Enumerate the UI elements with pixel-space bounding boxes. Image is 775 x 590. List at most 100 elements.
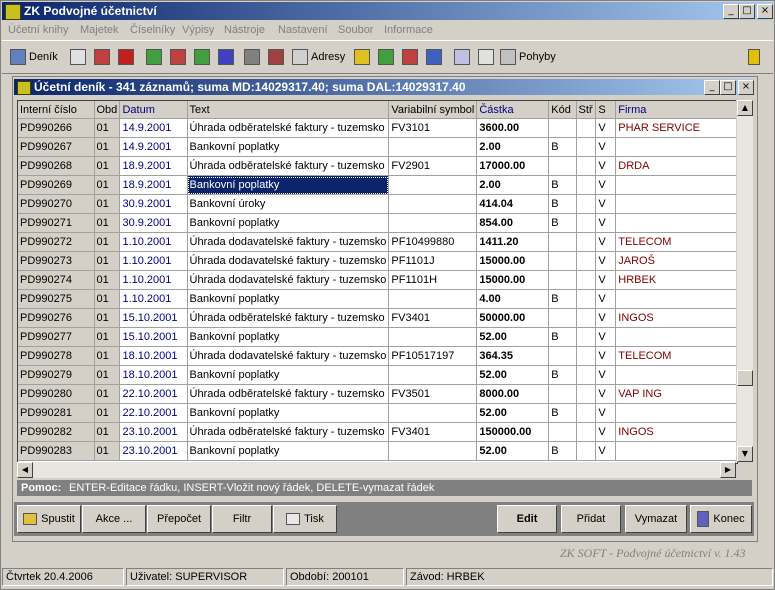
table-cell[interactable]: 01 [94, 346, 121, 366]
table-cell[interactable]: Bankovní poplatky [187, 441, 390, 461]
table-row[interactable]: PD990283 01 23.10.2001 Bankovní poplatky 52.… [18, 441, 737, 461]
scroll-left-icon[interactable]: ◀ [17, 462, 33, 478]
table-cell[interactable] [576, 422, 597, 442]
table-cell[interactable] [576, 289, 597, 309]
table-cell[interactable]: V [595, 270, 617, 290]
column-header[interactable]: Text [187, 101, 390, 119]
toolbar-btn-15[interactable] [478, 45, 494, 69]
table-cell[interactable]: 1.10.2001 [119, 251, 188, 271]
table-cell[interactable]: Bankovní úroky [187, 194, 390, 214]
table-row[interactable]: PD990268 01 18.9.2001 Úhrada odběratelské f… [18, 156, 737, 176]
table-cell[interactable] [615, 213, 737, 233]
toolbar-btn-3[interactable] [118, 45, 134, 69]
scroll-thumb[interactable] [737, 370, 753, 386]
table-cell[interactable] [576, 175, 597, 195]
table-cell[interactable]: 01 [94, 403, 121, 423]
toolbar-btn-1[interactable] [70, 45, 86, 69]
table-cell[interactable]: PD990276 [18, 308, 95, 328]
table-cell[interactable]: 01 [94, 441, 121, 461]
column-header[interactable]: Stř [576, 101, 597, 119]
menu-informace[interactable]: Informace [384, 24, 433, 36]
menu-nastaveni[interactable]: Nastavení [278, 24, 328, 36]
toolbar-btn-10[interactable] [354, 45, 370, 69]
table-cell[interactable]: V [595, 327, 617, 347]
table-cell[interactable] [388, 441, 478, 461]
table-cell[interactable] [576, 365, 597, 385]
table-cell[interactable] [615, 175, 737, 195]
table-cell[interactable] [388, 213, 478, 233]
table-cell[interactable]: 15.10.2001 [119, 327, 188, 347]
table-cell[interactable] [615, 137, 737, 157]
table-cell[interactable]: PD990271 [18, 213, 95, 233]
table-cell[interactable]: PHAR SERVICE [615, 118, 737, 138]
table-row[interactable]: PD990271 01 30.9.2001 Bankovní poplatky 854.… [18, 213, 737, 233]
table-cell[interactable]: V [595, 137, 617, 157]
table-cell[interactable]: PD990279 [18, 365, 95, 385]
table-cell[interactable]: B [548, 441, 577, 461]
table-row[interactable]: PD990278 01 18.10.2001 Úhrada dodavatelské … [18, 346, 737, 366]
table-cell[interactable]: Bankovní poplatky [187, 403, 390, 423]
table-cell[interactable] [615, 403, 737, 423]
adresy-button[interactable]: Adresy [292, 45, 345, 69]
table-cell[interactable]: 18.10.2001 [119, 346, 188, 366]
table-cell[interactable] [388, 403, 478, 423]
table-cell[interactable]: V [595, 251, 617, 271]
column-header[interactable]: Firma [615, 101, 737, 119]
table-cell[interactable]: PD990266 [18, 118, 95, 138]
table-cell[interactable]: V [595, 441, 617, 461]
table-cell[interactable]: B [548, 194, 577, 214]
table-cell[interactable]: Bankovní poplatky [187, 175, 390, 195]
table-cell[interactable]: B [548, 403, 577, 423]
table-cell[interactable]: PD990281 [18, 403, 95, 423]
table-cell[interactable]: 01 [94, 270, 121, 290]
menu-ciselniky[interactable]: Číselníky [130, 24, 175, 36]
table-cell[interactable]: Úhrada dodavatelské faktury - tuzemsko [187, 346, 390, 366]
table-cell[interactable]: Úhrada odběratelské faktury - tuzemsko [187, 308, 390, 328]
table-cell[interactable]: Úhrada odběratelské faktury - tuzemsko [187, 118, 390, 138]
table-cell[interactable]: 15.10.2001 [119, 308, 188, 328]
table-cell[interactable]: 01 [94, 175, 121, 195]
table-cell[interactable]: PD990277 [18, 327, 95, 347]
table-cell[interactable]: V [595, 289, 617, 309]
toolbar-btn-8[interactable] [244, 45, 260, 69]
toolbar-btn-12[interactable] [402, 45, 418, 69]
journal-minimize-icon[interactable]: _ [704, 80, 720, 95]
table-cell[interactable]: JAROŠ [615, 251, 737, 271]
table-cell[interactable]: PD990272 [18, 232, 95, 252]
table-cell[interactable]: 52.00 [476, 403, 550, 423]
table-cell[interactable]: 18.10.2001 [119, 365, 188, 385]
table-cell[interactable] [576, 156, 597, 176]
table-cell[interactable]: V [595, 422, 617, 442]
vymazat-button[interactable]: Vymazat [625, 505, 687, 533]
column-header[interactable]: Interní číslo [18, 101, 95, 119]
column-header[interactable]: S [595, 101, 617, 119]
table-cell[interactable]: HRBEK [615, 270, 737, 290]
table-cell[interactable]: V [595, 194, 617, 214]
denik-button[interactable]: Deník [10, 45, 58, 69]
table-cell[interactable]: V [595, 156, 617, 176]
table-cell[interactable]: PD990274 [18, 270, 95, 290]
pridat-button[interactable]: Přidat [561, 505, 621, 533]
table-cell[interactable] [576, 403, 597, 423]
table-cell[interactable] [615, 365, 737, 385]
table-cell[interactable]: PD990275 [18, 289, 95, 309]
table-cell[interactable]: V [595, 175, 617, 195]
table-cell[interactable]: 1.10.2001 [119, 232, 188, 252]
filtr-button[interactable]: Filtr [212, 505, 272, 533]
table-row[interactable]: PD990281 01 22.10.2001 Bankovní poplatky 52.… [18, 403, 737, 423]
table-cell[interactable]: 01 [94, 156, 121, 176]
minimize-icon[interactable]: _ [723, 4, 739, 19]
table-cell[interactable]: PD990280 [18, 384, 95, 404]
table-cell[interactable] [548, 384, 577, 404]
menu-soubor[interactable]: Soubor [338, 24, 373, 36]
table-cell[interactable]: FV3501 [388, 384, 478, 404]
table-cell[interactable]: 52.00 [476, 441, 550, 461]
table-cell[interactable]: FV3101 [388, 118, 478, 138]
column-header[interactable]: Kód [548, 101, 577, 119]
table-cell[interactable]: PD990270 [18, 194, 95, 214]
menu-vypisy[interactable]: Výpisy [182, 24, 214, 36]
table-cell[interactable] [615, 194, 737, 214]
table-cell[interactable]: FV3401 [388, 308, 478, 328]
toolbar-btn-2[interactable] [94, 45, 110, 69]
menu-majetek[interactable]: Majetek [80, 24, 119, 36]
